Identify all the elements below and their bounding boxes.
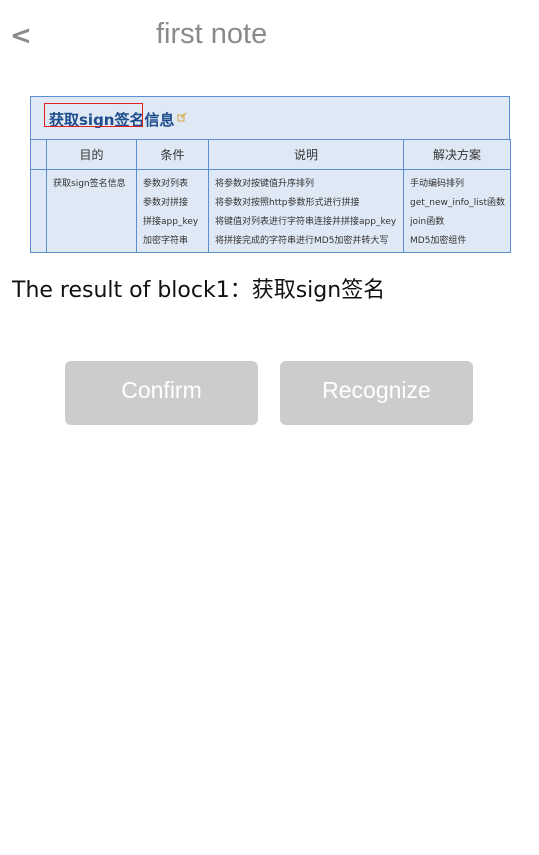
- document-heading-row: 获取sign签名信息: [30, 96, 510, 140]
- back-arrow-icon[interactable]: <: [10, 20, 34, 52]
- table-header-cell: 目的: [46, 139, 137, 170]
- solution-line: join函数: [410, 217, 445, 227]
- table-cell-empty: [30, 169, 47, 253]
- explanation-line: 将键值对列表进行字符串连接并拼接app_key: [215, 217, 397, 227]
- solution-line: 手动编码排列: [410, 179, 465, 189]
- table-header-cell: 解决方案: [403, 139, 511, 170]
- table-cell-purpose: 获取sign签名信息: [46, 169, 137, 253]
- table-row: 获取sign签名信息 参数对列表 参数对拼接 拼接app_key 加密字符串 将…: [30, 169, 511, 253]
- table-header-cell: 说明: [208, 139, 404, 170]
- condition-line: 加密字符串: [143, 236, 189, 246]
- table-cell-explanations: 将参数对按键值升序排列 将参数对按照http参数形式进行拼接 将键值对列表进行字…: [208, 169, 404, 253]
- explanation-line: 将参数对按键值升序排列: [215, 179, 315, 189]
- recognition-result-text: The result of block1：获取sign签名: [12, 278, 386, 303]
- document-table: 目的 条件 说明 解决方案 获取sign签名信息 参数对列表 参数对拼接 拼接a…: [30, 139, 511, 253]
- confirm-button[interactable]: Confirm: [65, 361, 258, 425]
- table-header-row: 目的 条件 说明 解决方案: [30, 139, 511, 170]
- table-header-cell: 条件: [136, 139, 209, 170]
- document-image: 获取sign签名信息 目的 条件 说明 解决方案 获取sign签名信息 参数对列…: [30, 96, 511, 253]
- table-cell-conditions: 参数对列表 参数对拼接 拼接app_key 加密字符串: [136, 169, 209, 253]
- table-header-cell: [30, 139, 47, 170]
- solution-line: MD5加密组件: [410, 236, 467, 246]
- table-cell-solutions: 手动编码排列 get_new_info_list函数 join函数 MD5加密组…: [403, 169, 511, 253]
- explanation-line: 将拼接完成的字符串进行MD5加密并转大写: [215, 236, 389, 246]
- purpose-line: 获取sign签名信息: [53, 179, 126, 189]
- header-bar: < first note: [0, 0, 539, 70]
- condition-line: 参数对列表: [143, 179, 189, 189]
- condition-line: 参数对拼接: [143, 198, 189, 208]
- condition-line: 拼接app_key: [143, 217, 199, 227]
- explanation-line: 将参数对按照http参数形式进行拼接: [215, 198, 360, 208]
- recognition-highlight-box: [44, 103, 143, 127]
- recognize-button[interactable]: Recognize: [280, 361, 473, 425]
- page-title: first note: [156, 18, 268, 50]
- solution-line: get_new_info_list函数: [410, 198, 505, 208]
- edit-icon: [177, 112, 187, 122]
